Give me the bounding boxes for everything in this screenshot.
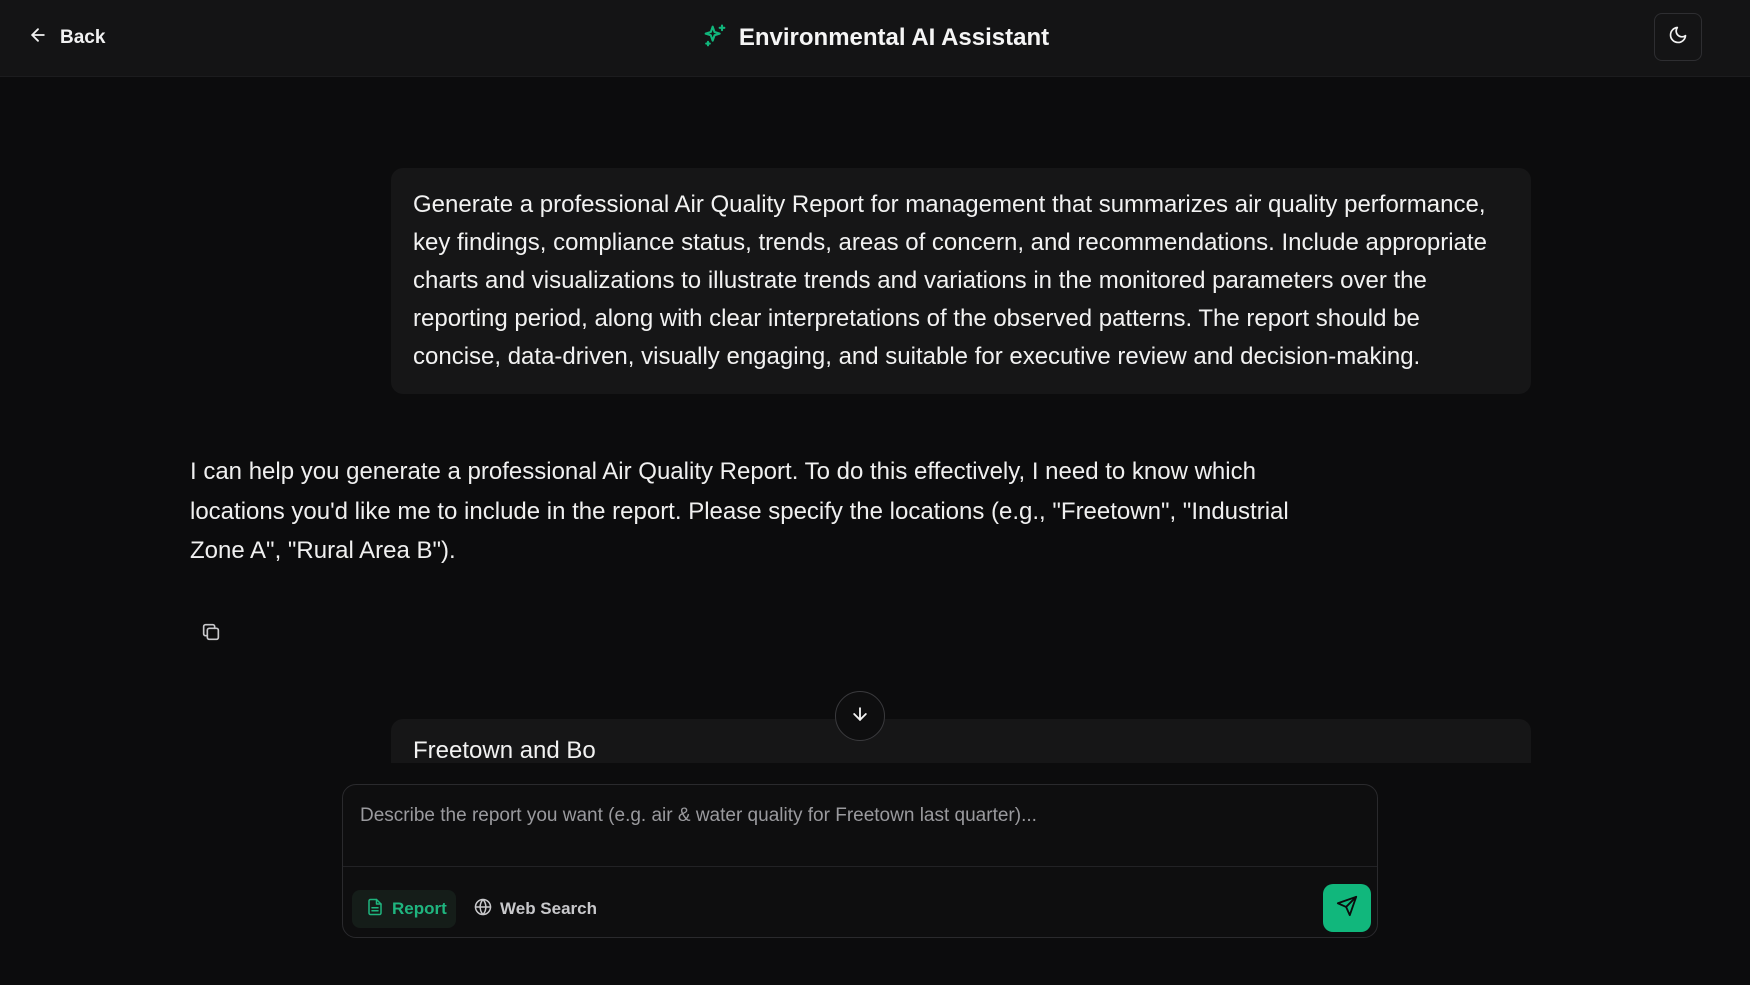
web-search-label: Web Search bbox=[500, 899, 598, 918]
app-header: Back Environmental AI Assistant bbox=[0, 0, 1750, 77]
globe-icon bbox=[474, 898, 492, 921]
copy-button[interactable] bbox=[196, 619, 226, 649]
report-mode-label: Report bbox=[392, 899, 447, 918]
title-group: Environmental AI Assistant bbox=[0, 20, 1750, 56]
composer: Report Web Search bbox=[342, 784, 1378, 938]
moon-icon bbox=[1668, 25, 1688, 50]
report-mode-button[interactable]: Report bbox=[352, 890, 456, 928]
page-title: Environmental AI Assistant bbox=[738, 24, 1050, 51]
user-message: Freetown and Bo bbox=[391, 719, 1531, 763]
assistant-message: I can help you generate a professional A… bbox=[190, 458, 1289, 564]
scroll-to-bottom-button[interactable] bbox=[835, 691, 885, 741]
web-search-button[interactable]: Web Search bbox=[474, 890, 597, 928]
send-icon bbox=[1336, 895, 1358, 922]
chat-thread[interactable]: Generate a professional Air Quality Repo… bbox=[0, 78, 1750, 763]
copy-icon bbox=[200, 621, 222, 648]
send-button[interactable] bbox=[1323, 884, 1371, 932]
sparkles-icon bbox=[701, 22, 729, 55]
prompt-input[interactable] bbox=[343, 785, 1377, 867]
arrow-down-icon bbox=[850, 704, 870, 729]
theme-toggle-button[interactable] bbox=[1654, 13, 1702, 61]
file-text-icon bbox=[366, 898, 384, 921]
user-message: Generate a professional Air Quality Repo… bbox=[391, 168, 1531, 394]
